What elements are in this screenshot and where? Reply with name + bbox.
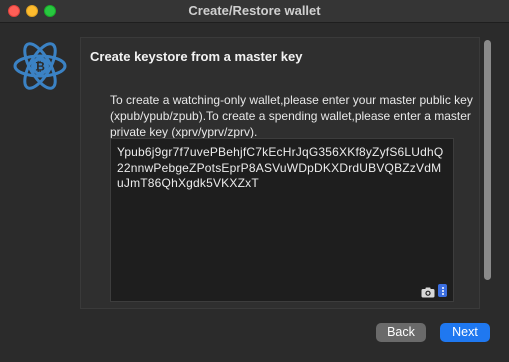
scrollbar[interactable] [483, 40, 492, 306]
next-button[interactable]: Next [440, 323, 490, 342]
scrollbar-thumb[interactable] [484, 40, 491, 280]
wallet-window: Create/Restore wallet ₿ Create keystore … [0, 0, 509, 362]
input-tools [421, 284, 447, 298]
instructions-text: To create a watching-only wallet,please … [110, 93, 473, 139]
title-bar: Create/Restore wallet [0, 0, 509, 23]
master-key-value[interactable]: Ypub6j9gr7f7uvePBehjfC7kEcHrJqG356XKf8yZ… [117, 145, 447, 192]
window-title: Create/Restore wallet [188, 3, 321, 18]
svg-text:₿: ₿ [35, 60, 45, 74]
camera-icon[interactable] [421, 285, 435, 298]
more-options-icon[interactable] [438, 284, 447, 297]
back-button[interactable]: Back [376, 323, 426, 342]
page-title: Create keystore from a master key [90, 49, 303, 64]
master-key-input[interactable]: Ypub6j9gr7f7uvePBehjfC7kEcHrJqG356XKf8yZ… [110, 138, 454, 302]
bitcoin-atom-logo-icon: ₿ [12, 38, 68, 94]
